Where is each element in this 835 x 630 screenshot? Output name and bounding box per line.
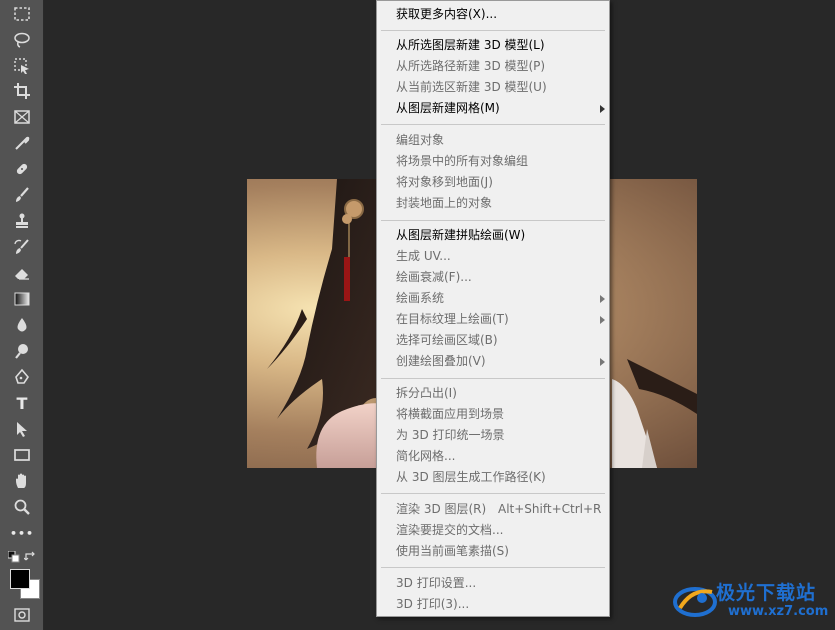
menu-item-pack-objects-on-ground[interactable]: 封装地面上的对象 — [377, 193, 609, 214]
menu-item-label: 渲染要提交的文档... — [396, 523, 504, 537]
eraser-icon[interactable] — [8, 262, 36, 284]
menu-item-paint-system[interactable]: 绘画系统 — [377, 288, 609, 309]
menu-separator — [381, 124, 605, 125]
submenu-arrow-icon — [600, 316, 605, 324]
rectangle-icon[interactable] — [8, 444, 36, 466]
menu-item-label: 将横截面应用到场景 — [396, 407, 505, 421]
menu-item-label: 从所选路径新建 3D 模型(P) — [396, 59, 546, 73]
menu-separator — [381, 30, 605, 31]
hand-icon[interactable] — [8, 470, 36, 492]
type-tool-glyph: T — [16, 393, 28, 413]
menu-item-create-painted-overlay[interactable]: 创建绘图叠加(V) — [377, 351, 609, 372]
submenu-arrow-icon — [600, 105, 605, 113]
menu-item-label: 从当前选区新建 3D 模型(U) — [396, 80, 547, 94]
watermark-url: www.xz7.com — [728, 604, 829, 619]
menu-separator — [381, 378, 605, 379]
pen-icon[interactable] — [8, 366, 36, 388]
menu-item-generate-uv[interactable]: 生成 UV... — [377, 246, 609, 267]
menu-item-3d-print-settings[interactable]: 3D 打印设置... — [377, 573, 609, 594]
submenu-arrow-icon — [600, 358, 605, 366]
menu-item-simplify-mesh[interactable]: 简化网格... — [377, 446, 609, 467]
eyedropper-icon[interactable] — [8, 132, 36, 154]
menu-item-label: 3D 打印设置... — [396, 576, 477, 590]
3d-menu: 获取更多内容(X)... 从所选图层新建 3D 模型(L) 从所选路径新建 3D… — [376, 0, 610, 617]
menu-item-get-more-content[interactable]: 获取更多内容(X)... — [377, 4, 609, 25]
menu-separator — [381, 220, 605, 221]
menu-item-paint-falloff[interactable]: 绘画衰减(F)... — [377, 267, 609, 288]
menu-item-label: 从图层新建拼贴绘画(W) — [396, 228, 526, 242]
foreground-color-swatch[interactable] — [10, 569, 30, 589]
menu-item-label: 渲染 3D 图层(R) — [396, 502, 487, 516]
watermark-title: 极光下载站 — [716, 582, 817, 604]
object-select-icon[interactable] — [8, 55, 36, 77]
menu-item-apply-cross-section[interactable]: 将横截面应用到场景 — [377, 404, 609, 425]
watermark: 极光下载站 www.xz7.com — [672, 572, 832, 624]
default-colors-icon[interactable] — [8, 551, 20, 563]
history-brush-icon[interactable] — [8, 236, 36, 258]
clone-stamp-icon[interactable] — [8, 210, 36, 232]
menu-separator — [381, 567, 605, 568]
healing-brush-icon[interactable] — [8, 158, 36, 180]
menu-item-label: 绘画衰减(F)... — [396, 270, 472, 284]
menu-item-label: 3D 打印(3)... — [396, 597, 470, 611]
menu-item-label: 创建绘图叠加(V) — [396, 354, 486, 368]
quick-mask-icon[interactable] — [8, 604, 36, 626]
zoom-icon[interactable] — [8, 496, 36, 518]
menu-item-new-3d-from-selection[interactable]: 从当前选区新建 3D 模型(U) — [377, 77, 609, 98]
more-tools-glyph: ••• — [9, 526, 35, 540]
path-select-icon[interactable] — [8, 418, 36, 440]
menu-item-make-work-path[interactable]: 从 3D 图层生成工作路径(K) — [377, 467, 609, 488]
menu-item-new-tiled-painting[interactable]: 从图层新建拼贴绘画(W) — [377, 225, 609, 246]
blur-icon[interactable] — [8, 314, 36, 336]
tools-panel: T ••• — [0, 0, 44, 630]
menu-item-label: 封装地面上的对象 — [396, 196, 493, 210]
menu-item-label: 编组对象 — [396, 133, 445, 147]
menu-item-unify-scene-for-print[interactable]: 为 3D 打印统一场景 — [377, 425, 609, 446]
menu-item-paint-on-target-texture[interactable]: 在目标纹理上绘画(T) — [377, 309, 609, 330]
menu-item-move-to-ground[interactable]: 将对象移到地面(J) — [377, 172, 609, 193]
menu-item-split-extrusion[interactable]: 拆分凸出(I) — [377, 383, 609, 404]
frame-icon[interactable] — [8, 106, 36, 128]
marquee-icon[interactable] — [8, 3, 36, 25]
brush-icon[interactable] — [8, 184, 36, 206]
menu-item-select-paintable-area[interactable]: 选择可绘画区域(B) — [377, 330, 609, 351]
menu-item-label: 从所选图层新建 3D 模型(L) — [396, 38, 545, 52]
menu-item-label: 将场景中的所有对象编组 — [396, 154, 529, 168]
menu-item-3d-print[interactable]: 3D 打印(3)... — [377, 594, 609, 615]
lasso-icon[interactable] — [8, 29, 36, 51]
menu-item-shortcut: Alt+Shift+Ctrl+R — [498, 502, 602, 516]
menu-item-group-objects[interactable]: 编组对象 — [377, 130, 609, 151]
menu-separator — [381, 493, 605, 494]
menu-item-label: 从图层新建网格(M) — [396, 101, 500, 115]
type-icon[interactable]: T — [8, 392, 36, 414]
menu-item-group-all-objects[interactable]: 将场景中的所有对象编组 — [377, 151, 609, 172]
crop-icon[interactable] — [8, 80, 36, 102]
menu-item-render-3d-layer[interactable]: 渲染 3D 图层(R) Alt+Shift+Ctrl+R — [377, 499, 609, 520]
menu-item-sketch-with-brush[interactable]: 使用当前画笔素描(S) — [377, 541, 609, 562]
gradient-icon[interactable] — [8, 288, 36, 310]
menu-item-render-for-submission[interactable]: 渲染要提交的文档... — [377, 520, 609, 541]
menu-item-label: 简化网格... — [396, 449, 456, 463]
menu-item-label: 将对象移到地面(J) — [396, 175, 493, 189]
submenu-arrow-icon — [600, 295, 605, 303]
menu-item-label: 使用当前画笔素描(S) — [396, 544, 509, 558]
watermark-logo-icon — [673, 587, 717, 617]
dodge-icon[interactable] — [8, 340, 36, 362]
menu-item-label: 生成 UV... — [396, 249, 451, 263]
menu-item-label: 在目标纹理上绘画(T) — [396, 312, 509, 326]
menu-item-label: 绘画系统 — [396, 291, 445, 305]
color-swatches — [8, 551, 40, 601]
menu-item-label: 为 3D 打印统一场景 — [396, 428, 505, 442]
menu-item-new-3d-from-path[interactable]: 从所选路径新建 3D 模型(P) — [377, 56, 609, 77]
menu-item-new-3d-from-layer[interactable]: 从所选图层新建 3D 模型(L) — [377, 35, 609, 56]
menu-item-label: 选择可绘画区域(B) — [396, 333, 498, 347]
menu-item-new-mesh-from-layer[interactable]: 从图层新建网格(M) — [377, 98, 609, 119]
menu-item-label: 拆分凸出(I) — [396, 386, 457, 400]
swap-colors-icon[interactable] — [24, 551, 38, 563]
menu-item-label: 从 3D 图层生成工作路径(K) — [396, 470, 546, 484]
more-tools-icon[interactable]: ••• — [8, 522, 36, 544]
menu-item-label: 获取更多内容(X)... — [396, 7, 498, 21]
